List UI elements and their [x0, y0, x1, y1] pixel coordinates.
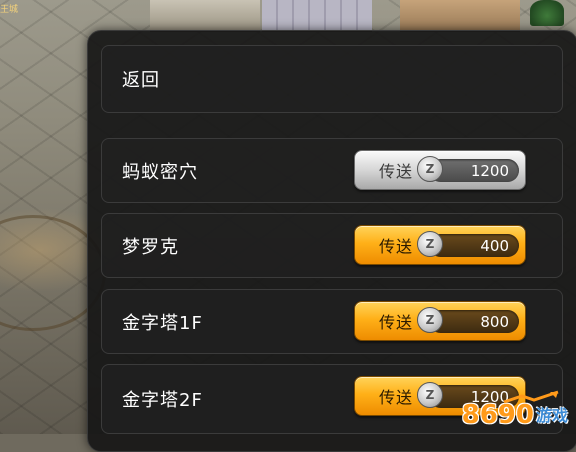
teleport-button[interactable]: 传送 Z 1200 [354, 150, 526, 190]
teleport-button[interactable]: 传送 Z 400 [354, 225, 526, 265]
zeny-coin-icon: Z [417, 231, 443, 257]
back-button[interactable]: 返回 [101, 45, 563, 113]
back-label: 返回 [122, 70, 160, 91]
teleport-button[interactable]: 传送 Z 800 [354, 301, 526, 341]
cost-pill: Z 1200 [417, 156, 519, 182]
destination-row: 金字塔1F 传送 Z 800 [101, 289, 563, 354]
watermark-number: 8690 [461, 400, 534, 430]
cost-pill: Z 800 [417, 307, 519, 333]
destination-row: 蚂蚁密穴 传送 Z 1200 [101, 138, 563, 203]
zeny-coin-icon: Z [417, 156, 443, 182]
tree [530, 0, 564, 26]
watermark-text: 游戏 [535, 406, 568, 425]
building-wall [400, 0, 520, 32]
destination-row: 梦罗克 传送 Z 400 [101, 213, 563, 278]
destination-name: 蚂蚁密穴 [122, 161, 198, 183]
cost-pill: Z 400 [417, 231, 519, 257]
site-watermark: 8690 游戏 [461, 390, 568, 430]
teleport-cost: 400 [480, 236, 509, 255]
map-name-tag: 王城 [0, 5, 19, 15]
building-wall [150, 0, 260, 32]
destination-name: 金字塔2F [122, 390, 203, 411]
destination-name: 金字塔1F [122, 312, 203, 334]
trend-arrow-icon [503, 390, 559, 404]
teleport-panel: 返回 蚂蚁密穴 传送 Z 1200 梦罗克 传送 Z 400 金字塔1F 传送 … [87, 30, 576, 452]
destination-name: 梦罗克 [122, 236, 179, 258]
building-wall [262, 0, 372, 32]
zeny-coin-icon: Z [417, 307, 443, 333]
teleport-cost: 1200 [470, 161, 509, 180]
teleport-cost: 800 [480, 312, 509, 331]
zeny-coin-icon: Z [417, 382, 443, 408]
